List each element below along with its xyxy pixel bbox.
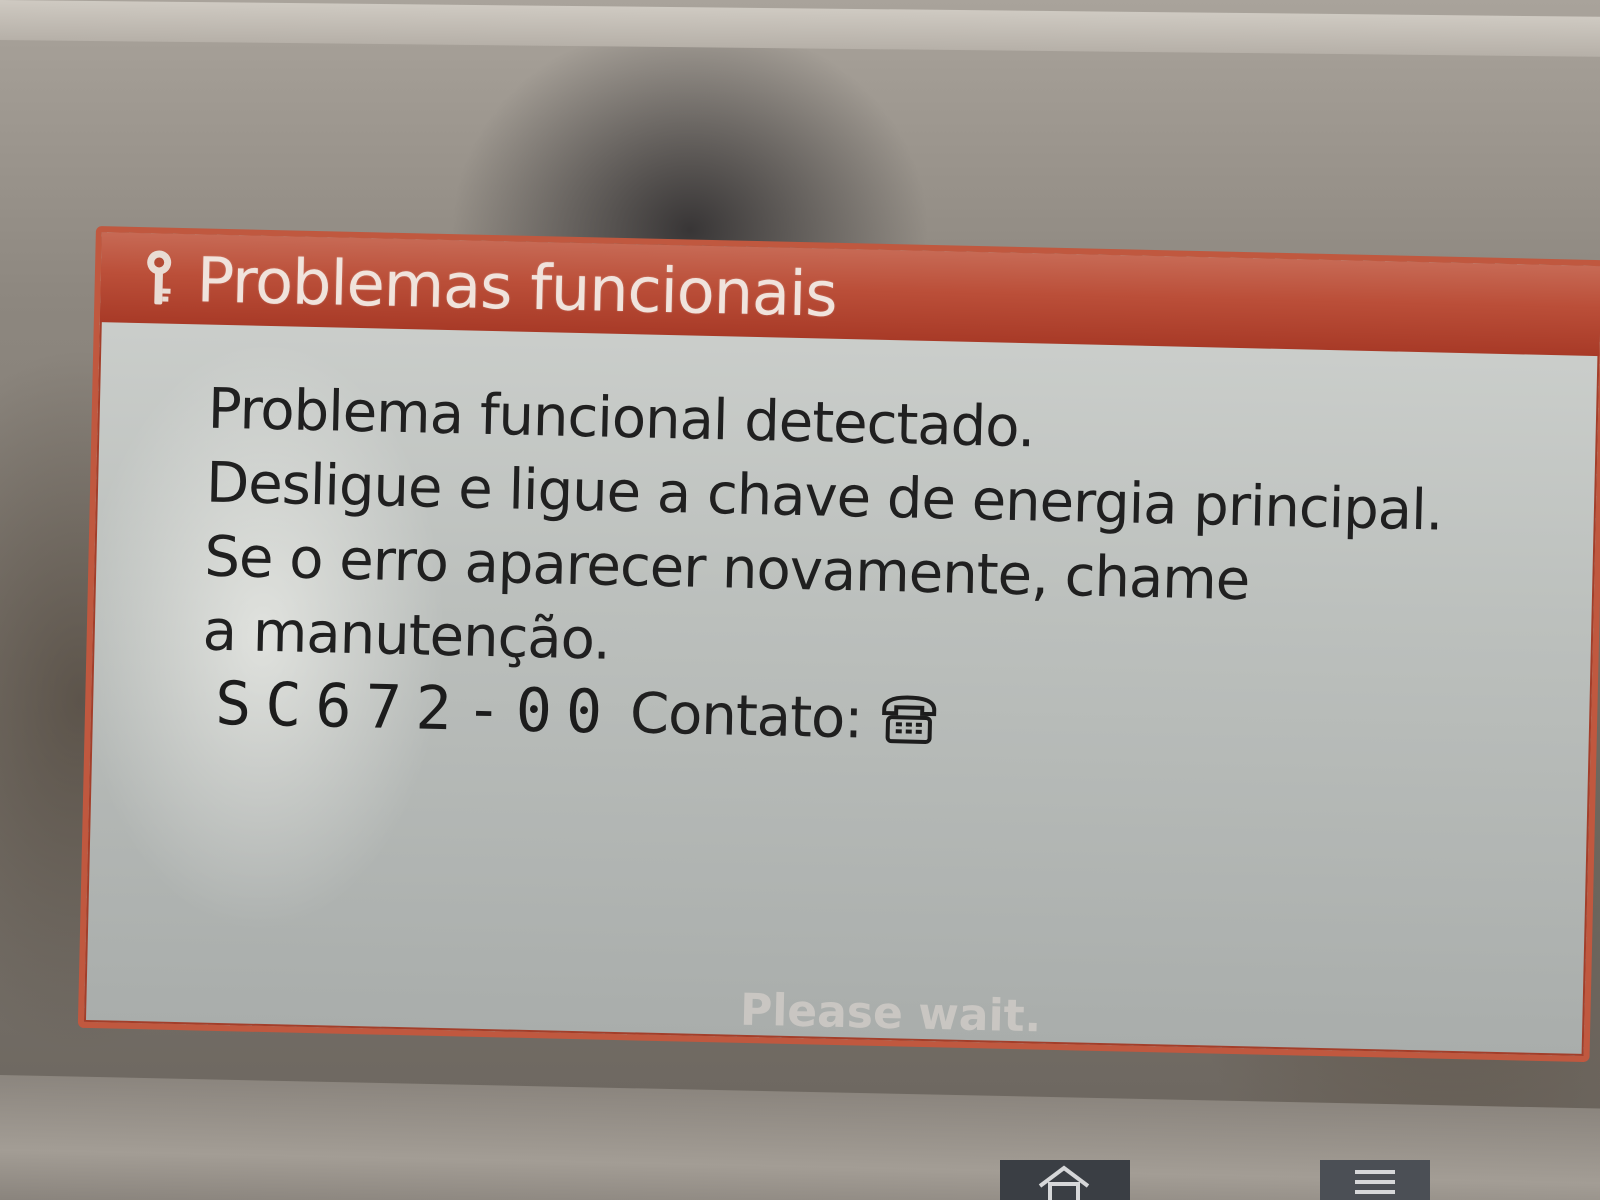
telephone-icon [882, 695, 937, 744]
dialog-title: Problemas funcionais [195, 242, 838, 331]
home-icon [1038, 1165, 1090, 1200]
home-button[interactable] [1000, 1160, 1130, 1200]
menu-button[interactable] [1320, 1160, 1430, 1200]
dialog-title-bar: Problemas funcionais [99, 232, 1600, 357]
screen-bezel-top [0, 0, 1600, 57]
error-dialog: Problemas funcionais Problema funcional … [77, 226, 1600, 1063]
printer-screen: Problemas funcionais Problema funcional … [0, 0, 1600, 1200]
menu-icon [1355, 1170, 1395, 1194]
dialog-message: Problema funcional detectado. Desligue e… [200, 373, 1508, 768]
status-text: Please wait. [739, 984, 1042, 1043]
wrench-icon [147, 250, 172, 305]
error-code: SC672-00 [214, 668, 617, 748]
contact-label: Contato: [629, 680, 863, 752]
